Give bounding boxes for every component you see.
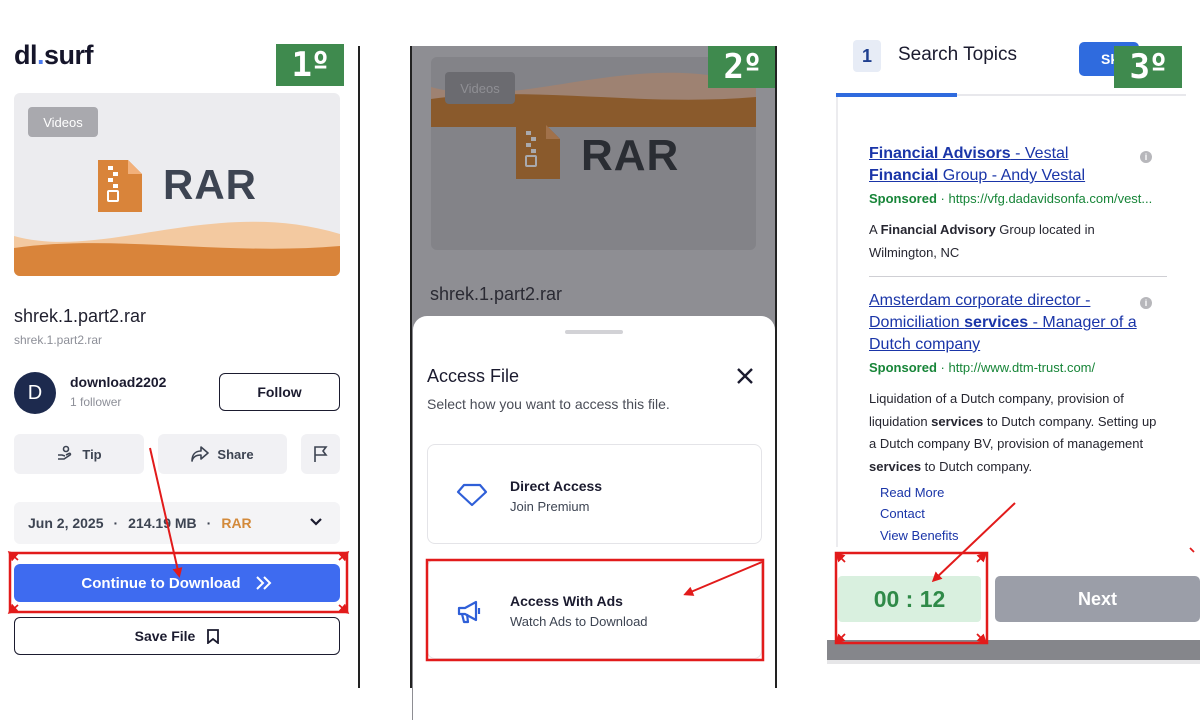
panel-step-3: 1 Search Topics Sk Financial Advisors - … <box>827 0 1200 720</box>
countdown-timer: 00 : 12 <box>838 576 981 622</box>
category-chip: Videos <box>445 72 515 104</box>
step-badge-3: 3º <box>1114 46 1182 88</box>
diamond-icon <box>456 483 488 507</box>
flag-icon <box>313 446 328 462</box>
continue-to-download-button[interactable]: Continue to Download <box>14 564 340 602</box>
ad-sponsored-line[interactable]: Sponsored · https://vfg.dadavidsonfa.com… <box>869 191 1152 206</box>
share-label: Share <box>217 446 254 462</box>
share-button[interactable]: Share <box>158 434 287 474</box>
panel-divider <box>775 46 777 688</box>
file-format-label: RAR <box>163 161 257 208</box>
file-name: shrek.1.part2.rar <box>14 306 147 326</box>
file-name-subtitle: shrek.1.part2.rar <box>14 333 103 347</box>
content-edge <box>836 97 838 547</box>
step-title: Search Topics <box>898 44 1017 65</box>
access-file-sheet: Access File Select how you want to acces… <box>413 316 775 720</box>
ad-description: Liquidation of a Dutch company, provisio… <box>869 391 1157 474</box>
ad-title-link[interactable]: Financial Advisors - Vestal Financial Gr… <box>869 143 1139 187</box>
sheet-title: Access File <box>427 366 520 386</box>
tip-button[interactable]: Tip <box>14 434 144 474</box>
close-icon[interactable] <box>733 364 757 388</box>
sheet-grabber[interactable] <box>565 330 623 334</box>
file-meta-row[interactable]: Jun 2, 2025 · 214.19 MB · RAR <box>14 502 340 544</box>
file-size: 214.19 MB <box>128 515 197 531</box>
ad-sitelink-view-benefits[interactable]: View Benefits <box>880 528 959 543</box>
thumbnail-wave <box>14 221 340 276</box>
meta-separator: · <box>113 515 119 531</box>
site-logo[interactable]: dl.surf <box>14 40 94 71</box>
save-file-button[interactable]: Save File <box>14 617 340 655</box>
uploader-name[interactable]: download2202 <box>70 374 166 390</box>
step-number: 1 <box>853 40 881 72</box>
category-chip: Videos <box>28 107 98 137</box>
option-subtitle: Join Premium <box>510 499 590 514</box>
ad-divider <box>869 276 1167 277</box>
tip-label: Tip <box>82 446 102 462</box>
option-title: Access With Ads <box>510 593 623 609</box>
report-button[interactable] <box>301 434 340 474</box>
file-format: RAR <box>221 515 252 531</box>
file-name: shrek.1.part2.rar <box>430 284 563 304</box>
step-badge-2: 2º <box>708 46 775 88</box>
follower-count: 1 follower <box>70 395 122 409</box>
zip-file-icon <box>516 125 560 179</box>
double-chevron-right-icon <box>255 576 271 590</box>
save-label: Save File <box>134 628 196 644</box>
sheet-subtitle: Select how you want to access this file. <box>427 396 670 412</box>
ad-sponsored-line[interactable]: Sponsored · http://www.dtm-trust.com/ <box>869 360 1095 375</box>
avatar[interactable]: D <box>14 372 56 414</box>
upload-date: Jun 2, 2025 <box>28 515 104 531</box>
chevron-down-icon[interactable] <box>308 514 324 530</box>
ad-description: A Financial Advisory Group located in Wi… <box>869 222 1095 260</box>
option-title: Direct Access <box>510 478 603 494</box>
follow-button[interactable]: Follow <box>219 373 340 411</box>
ad-sitelink-read-more[interactable]: Read More <box>880 485 944 500</box>
ad-sitelink-contact[interactable]: Contact <box>880 506 925 521</box>
ad-title-link[interactable]: Amsterdam corporate director - Domicilia… <box>869 290 1139 356</box>
bookmark-icon <box>207 628 220 644</box>
share-icon <box>191 446 210 462</box>
option-subtitle: Watch Ads to Download <box>510 614 648 629</box>
megaphone-icon <box>457 600 481 624</box>
file-thumbnail: Videos RAR <box>14 93 340 276</box>
bottom-strip <box>827 660 1200 664</box>
option-direct-access[interactable]: Direct Access Join Premium <box>427 444 762 544</box>
panel-step-1: dl.surf Videos RAR shrek.1.part2.rar shr… <box>0 0 358 720</box>
panel-step-2: Videos RAR shrek.1.part2.rar Access File… <box>412 46 775 720</box>
next-button[interactable]: Next <box>995 576 1200 622</box>
info-icon[interactable]: i <box>1140 297 1152 309</box>
tip-icon <box>58 445 72 460</box>
panel-divider <box>358 46 360 688</box>
progress-indicator <box>836 93 957 97</box>
continue-label: Continue to Download <box>81 574 241 592</box>
option-access-with-ads[interactable]: Access With Ads Watch Ads to Download <box>427 559 762 659</box>
info-icon[interactable]: i <box>1140 151 1152 163</box>
zip-file-icon <box>98 160 142 212</box>
file-format-label: RAR <box>581 131 680 180</box>
bottom-bar <box>827 640 1200 660</box>
meta-separator: · <box>206 515 212 531</box>
step-badge-1: 1º <box>276 44 344 86</box>
